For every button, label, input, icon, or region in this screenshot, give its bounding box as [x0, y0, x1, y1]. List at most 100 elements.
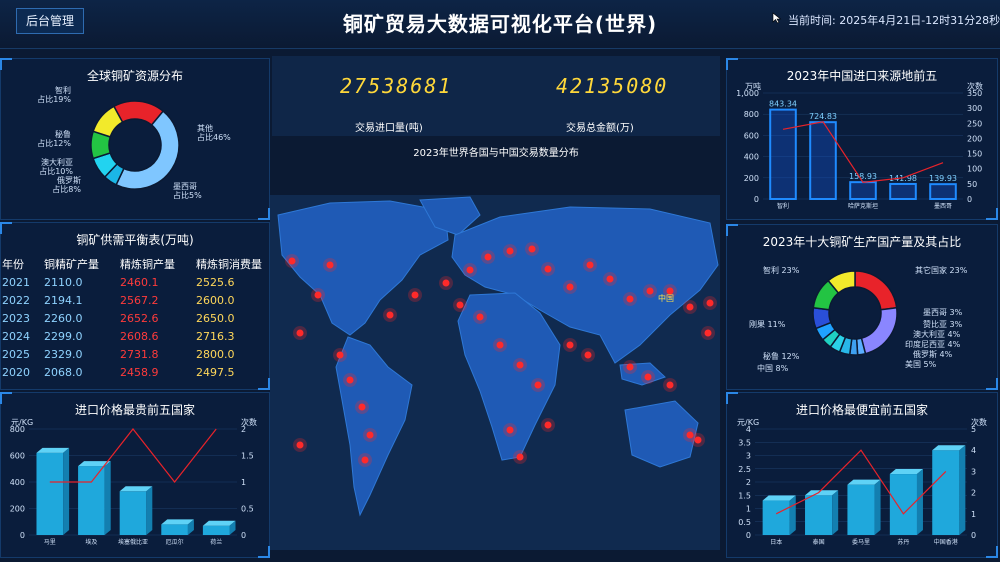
y-tick-label: 1	[746, 505, 751, 514]
slice-label: 中国 8%	[757, 363, 789, 373]
bar-side	[959, 445, 966, 535]
y-tick-label: 200	[10, 505, 25, 514]
y2-tick-label: 1	[241, 478, 246, 487]
trade-point	[646, 287, 654, 295]
bar-side	[104, 461, 111, 535]
header-cell: 精炼铜产量	[120, 258, 175, 271]
admin-button[interactable]: 后台管理	[16, 8, 84, 34]
x-tick-label: 墨西哥	[934, 203, 952, 210]
x-tick-label: 日本	[770, 538, 782, 546]
bar-side	[63, 447, 70, 535]
bar	[202, 525, 230, 535]
table-cell: 2024	[2, 330, 30, 343]
trade-point	[466, 266, 474, 274]
table-cell: 2022	[2, 294, 30, 307]
trade-point	[516, 453, 524, 461]
bar	[809, 121, 837, 200]
slice-percent-label: 占比19%	[37, 94, 71, 104]
table-cell: 2299.0	[44, 330, 83, 343]
bar	[762, 500, 790, 535]
y2-tick-label: 0.5	[241, 505, 254, 514]
trade-point	[626, 363, 634, 371]
table-cell: 2110.0	[44, 276, 83, 289]
table-cell: 2023	[2, 312, 30, 325]
table-row: 2021 2110.0 2460.1 2525.6	[0, 274, 270, 292]
y2-tick-label: 200	[967, 134, 982, 143]
trade-amount-label: 交易总金额(万)	[566, 123, 634, 134]
trade-point	[484, 253, 492, 261]
balance-panel-title: 铜矿供需平衡表(万吨)	[76, 233, 194, 247]
trade-point	[442, 279, 450, 287]
y-tick-label: 2	[746, 478, 751, 487]
expensive-panel: 进口价格最贵前五国家 元/KG 次数 800 600 400 200 0 2 1.5 1 0.5 0 马…	[0, 392, 270, 558]
table-cell: 2652.6	[120, 312, 159, 325]
y-tick-label: 200	[744, 174, 759, 183]
trade-point	[534, 381, 542, 389]
slice-name-label: 其他	[197, 123, 213, 133]
x-tick-label: 埃及	[85, 538, 97, 546]
bar	[929, 183, 957, 200]
time-label: 当前时间:	[788, 14, 836, 27]
trade-point	[686, 303, 694, 311]
y-tick-label: 3.5	[738, 438, 751, 447]
table-cell: 2800.0	[196, 348, 235, 361]
table-row: 2020 2068.0 2458.9 2497.5	[0, 364, 270, 382]
table-cell: 2608.6	[120, 330, 159, 343]
bar	[849, 181, 877, 200]
trade-point	[296, 441, 304, 449]
trade-point	[336, 351, 344, 359]
slice-label: 墨西哥 3%	[923, 308, 963, 317]
y2-tick-label: 150	[967, 150, 982, 159]
bar-side	[832, 490, 839, 535]
cheap-bar-chart: 元/KG 次数43.532.521.510.50543210日本 泰国 委马里 苏丹 中国…	[737, 417, 987, 546]
y-tick-label: 2.5	[738, 465, 751, 474]
slice-label: 刚果 11%	[749, 320, 786, 329]
y2-tick-label: 350	[967, 89, 982, 98]
page-title: 铜矿贸易大数据可视化平台(世界)	[342, 12, 658, 36]
slice-name-label: 秘鲁	[55, 129, 71, 139]
table-row: 2024 2299.0 2608.6 2716.3	[0, 328, 270, 346]
world-map: 中国	[270, 195, 720, 550]
slice-percent-label: 占比8%	[52, 184, 81, 194]
trade-point	[528, 245, 536, 253]
slice-percent-label: 占比10%	[39, 166, 73, 176]
bar	[36, 452, 64, 535]
trade-amount-value: 42135080	[556, 74, 669, 98]
y2-tick-label: 0	[967, 195, 972, 204]
slice-label: 俄罗斯 4%	[913, 349, 953, 359]
trade-point	[584, 351, 592, 359]
y2-tick-label: 3	[971, 467, 976, 476]
y-tick-label: 800	[10, 425, 25, 434]
trade-point	[314, 291, 322, 299]
y-tick-label: 0	[754, 195, 759, 204]
slice-label: 秘鲁 12%	[763, 351, 800, 361]
current-time: 当前时间: 2025年4月21日-12时31分28秒	[788, 12, 1000, 28]
bar	[889, 182, 917, 200]
table-cell: 2600.0	[196, 294, 235, 307]
cheap-panel: 进口价格最便宜前五国家 元/KG 次数 4 3.5 3 2.5 2 1.5 1 0.5 0 5 4 3 2 1…	[726, 392, 998, 558]
trade-point	[694, 436, 702, 444]
slice-label: 印度尼西亚 4%	[905, 339, 961, 349]
y2-tick-label: 250	[967, 119, 982, 128]
trade-point	[366, 431, 374, 439]
slice-label: 其它国家 23%	[915, 265, 968, 275]
slice-name-label: 墨西哥	[173, 182, 197, 191]
y-tick-label: 400	[10, 478, 25, 487]
table-header: 年份 铜精矿产量 精炼铜产量 精炼铜消费量	[0, 256, 270, 274]
x-tick-label: 埃塞俄比亚	[118, 538, 148, 546]
resource-panel: 全球铜矿资源分布 智利 占比19% 其他 占比46% 墨西哥 占比5% 俄罗斯 占比8% 澳大利…	[0, 58, 270, 220]
header-cell: 年份	[2, 258, 24, 271]
pie-slice	[860, 306, 898, 355]
x-tick-label: 泰国	[813, 538, 825, 546]
import-source-bar-chart: 万吨 次数1,0008006004002000350300250200150100…	[736, 81, 983, 210]
trade-point	[506, 247, 514, 255]
table-cell: 2460.1	[120, 276, 159, 289]
slice-label: 赞比亚 3%	[923, 319, 963, 329]
table-cell: 2020	[2, 366, 30, 379]
table-cell: 2260.0	[44, 312, 83, 325]
trade-point	[544, 421, 552, 429]
bar	[932, 450, 960, 535]
expensive-bar-chart: 元/KG 次数800600400200021.510.50马里 埃及 埃塞俄比亚 厄瓜尔…	[10, 417, 257, 546]
bar-side	[874, 479, 881, 535]
map-title: 2023年世界各国与中国交易数量分布	[413, 148, 579, 159]
